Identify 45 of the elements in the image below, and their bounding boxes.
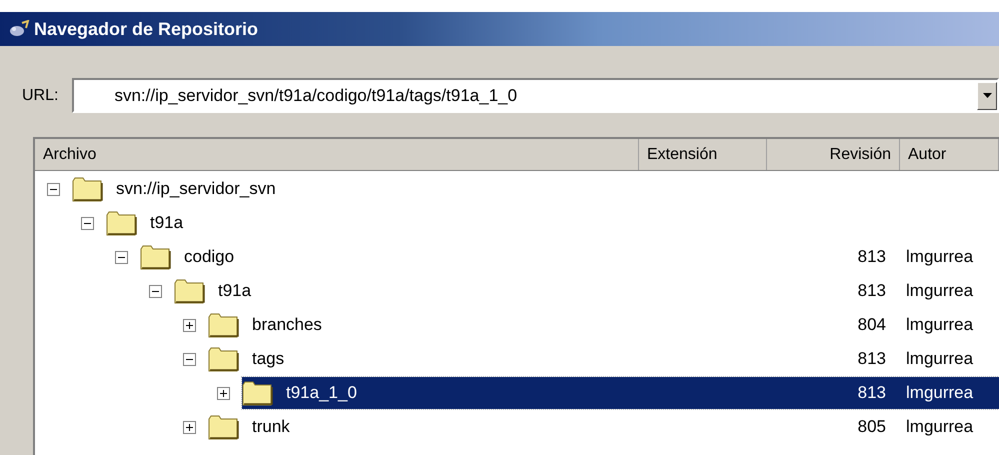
expand-icon[interactable] (217, 386, 230, 400)
author-cell-text: lmgurrea (906, 246, 974, 268)
column-header[interactable]: Revisión (767, 139, 900, 170)
column-header[interactable]: Autor (900, 139, 999, 170)
window-title: Navegador de Repositorio (34, 18, 258, 41)
tree-row[interactable]: branches 804 lmgurrea (208, 309, 999, 341)
revision-cell-text: 813 (858, 382, 886, 404)
author-cell-text: lmgurrea (906, 280, 974, 302)
dropdown-button[interactable] (977, 82, 997, 110)
folder-icon (174, 278, 206, 304)
collapse-icon[interactable] (81, 216, 94, 230)
tree-row[interactable]: trunk 805 lmgurrea (208, 411, 999, 443)
column-header[interactable]: Extensión (639, 139, 767, 170)
column-header[interactable]: Archivo (35, 139, 639, 170)
tree-row[interactable]: t91a_1_0 813 lmgurrea (242, 377, 999, 409)
tree-row[interactable]: tags 813 lmgurrea (208, 343, 999, 375)
tree-row[interactable]: codigo 813 lmgurrea (140, 241, 999, 273)
folder-icon (140, 244, 172, 270)
folder-icon (72, 176, 104, 202)
collapse-icon[interactable] (47, 182, 60, 196)
folder-icon (208, 414, 240, 440)
revision-cell-text: 813 (858, 246, 886, 268)
folder-icon (208, 346, 240, 372)
revision-cell-text: 813 (858, 348, 886, 370)
folder-icon (242, 380, 274, 406)
author-cell-text: lmgurrea (906, 314, 974, 336)
tree-row[interactable]: t91a (106, 207, 999, 239)
expand-icon[interactable] (183, 420, 196, 434)
folder-icon (208, 312, 240, 338)
author-cell-text: lmgurrea (906, 382, 974, 404)
author-cell-text: lmgurrea (906, 348, 974, 370)
expand-icon[interactable] (183, 318, 196, 332)
caret-icon (982, 93, 992, 98)
revision-cell-text: 804 (858, 314, 886, 336)
tree-row[interactable]: t91a 813 lmgurrea (174, 275, 999, 307)
url-field[interactable]: svn://ip_servidor_svn/t91a/codigo/t91a/tags/t91a_1_0 (72, 78, 999, 113)
collapse-icon[interactable] (183, 352, 196, 366)
url-label: URL: (22, 86, 58, 106)
collapse-icon[interactable] (149, 284, 162, 298)
folder-icon (106, 210, 138, 236)
collapse-icon[interactable] (115, 250, 128, 264)
author-cell-text: lmgurrea (906, 416, 974, 438)
tree-row[interactable]: svn://ip_servidor_svn (72, 173, 999, 205)
revision-cell-text: 805 (858, 416, 886, 438)
revision-cell-text: 813 (858, 280, 886, 302)
